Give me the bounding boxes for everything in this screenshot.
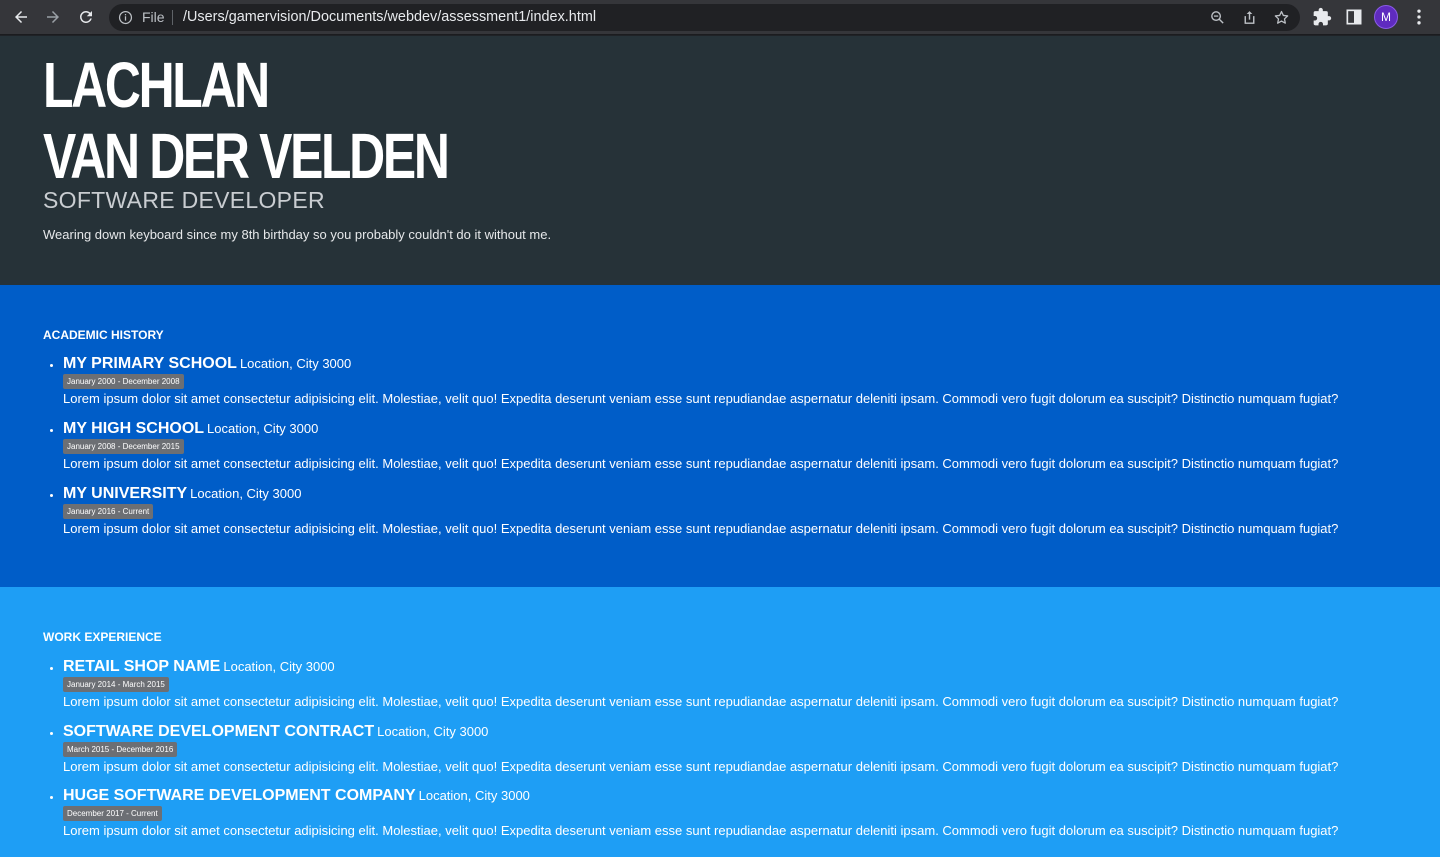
entry-location: Location, City 3000 <box>223 659 335 674</box>
star-icon[interactable] <box>1273 9 1290 26</box>
entry-description: Lorem ipsum dolor sit amet consectetur a… <box>63 391 1339 406</box>
url-text[interactable]: /Users/gamervision/Documents/webdev/asse… <box>183 9 596 25</box>
work-experience-section: WORK EXPERIENCE RETAIL SHOP NAME Location… <box>0 587 1440 857</box>
entry-name: MY HIGH SCHOOL <box>63 420 205 437</box>
extensions-icon[interactable] <box>1312 7 1332 27</box>
entry-description: Lorem ipsum dolor sit amet consectetur a… <box>63 759 1339 774</box>
entry-location: Location, City 3000 <box>207 421 319 436</box>
date-badge: March 2015 - December 2016 <box>63 742 178 757</box>
entry-title: RETAIL SHOP NAME Location, City 3000 <box>63 658 335 676</box>
entry-location: Location, City 3000 <box>418 788 530 803</box>
academic-history-section: ACADEMIC HISTORY MY PRIMARY SCHOOL Locati… <box>0 285 1440 587</box>
bullet <box>50 429 53 432</box>
bullet <box>50 494 53 497</box>
hero-section: LACHLAN VAN DER VELDEN SOFTWARE DEVELOPE… <box>0 36 1440 285</box>
back-icon <box>15 11 27 23</box>
entry-title: MY UNIVERSITY Location, City 3000 <box>63 485 301 503</box>
list-item: MY PRIMARY SCHOOL Location, City 3000 Jan… <box>0 355 1440 415</box>
date-badge: January 2014 - March 2015 <box>63 677 169 692</box>
section-title: WORK EXPERIENCE <box>43 630 162 644</box>
forward-button[interactable] <box>40 4 66 30</box>
tagline: Wearing down keyboard since my 8th birth… <box>43 227 552 242</box>
entry-name: MY PRIMARY SCHOOL <box>63 355 237 372</box>
file-label: File <box>142 9 165 25</box>
list-item: RETAIL SHOP NAME Location, City 3000 Janu… <box>0 658 1440 718</box>
bullet <box>50 732 53 735</box>
info-icon[interactable] <box>118 10 133 25</box>
entry-description: Lorem ipsum dolor sit amet consectetur a… <box>63 694 1339 709</box>
list-item: MY UNIVERSITY Location, City 3000 January… <box>0 485 1440 545</box>
name-line-1: LACHLAN <box>43 49 270 121</box>
entry-title: MY PRIMARY SCHOOL Location, City 3000 <box>63 355 351 373</box>
date-badge: January 2016 - Current <box>63 504 154 519</box>
entry-name: SOFTWARE DEVELOPMENT CONTRACT <box>63 723 375 740</box>
reload-icon <box>79 10 92 23</box>
omnibox-separator <box>172 10 173 25</box>
job-title: SOFTWARE DEVELOPER <box>43 187 325 213</box>
entry-title: MY HIGH SCHOOL Location, City 3000 <box>63 420 318 438</box>
entry-description: Lorem ipsum dolor sit amet consectetur a… <box>63 823 1339 838</box>
section-title: ACADEMIC HISTORY <box>43 328 164 342</box>
address-bar[interactable]: File /Users/gamervision/Documents/webdev… <box>109 4 1300 31</box>
entry-name: MY UNIVERSITY <box>63 485 188 502</box>
list-item: HUGE SOFTWARE DEVELOPMENT COMPANY Locatio… <box>0 787 1440 847</box>
bullet <box>50 667 53 670</box>
date-badge: January 2000 - December 2008 <box>63 374 184 389</box>
entry-location: Location, City 3000 <box>377 724 489 739</box>
entry-title: SOFTWARE DEVELOPMENT CONTRACT Location, C… <box>63 723 488 741</box>
reload-button[interactable] <box>73 4 99 30</box>
bullet <box>50 796 53 799</box>
menu-icon[interactable] <box>1409 7 1429 27</box>
entry-description: Lorem ipsum dolor sit amet consectetur a… <box>63 521 1339 536</box>
forward-icon <box>47 11 59 23</box>
list-item: SOFTWARE DEVELOPMENT CONTRACT Location, C… <box>0 723 1440 783</box>
date-badge: January 2008 - December 2015 <box>63 439 184 454</box>
entry-title: HUGE SOFTWARE DEVELOPMENT COMPANY Locatio… <box>63 787 530 805</box>
entry-description: Lorem ipsum dolor sit amet consectetur a… <box>63 456 1339 471</box>
profile-avatar[interactable]: M <box>1374 5 1398 29</box>
entry-location: Location, City 3000 <box>239 356 352 371</box>
entry-name: HUGE SOFTWARE DEVELOPMENT COMPANY <box>63 787 416 804</box>
list-item: MY HIGH SCHOOL Location, City 3000 Januar… <box>0 420 1440 480</box>
back-button[interactable] <box>8 4 34 30</box>
date-badge: December 2017 - Current <box>63 806 162 821</box>
entry-location: Location, City 3000 <box>190 486 302 501</box>
name-line-2: VAN DER VELDEN <box>43 120 450 192</box>
share-icon[interactable] <box>1241 9 1258 26</box>
page-content: LACHLAN VAN DER VELDEN SOFTWARE DEVELOPE… <box>0 36 1440 857</box>
sidepanel-icon[interactable] <box>1344 7 1364 27</box>
bullet <box>50 364 53 367</box>
zoom-icon[interactable] <box>1209 9 1226 26</box>
entry-name: RETAIL SHOP NAME <box>63 658 221 675</box>
browser-toolbar: File /Users/gamervision/Documents/webdev… <box>0 0 1440 35</box>
